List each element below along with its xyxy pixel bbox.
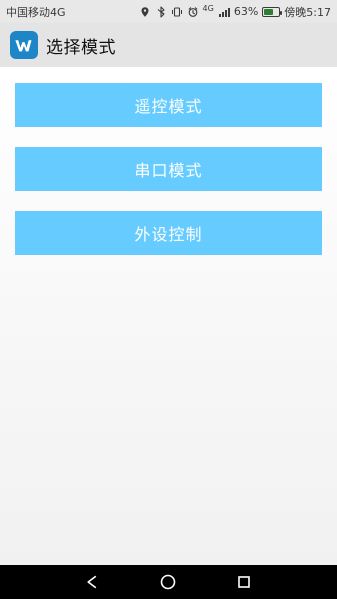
status-left: 中国移动4G (6, 4, 66, 20)
app-logo-icon (10, 31, 38, 59)
serial-mode-button[interactable]: 串口模式 (15, 147, 322, 191)
home-button[interactable] (146, 565, 190, 599)
remote-mode-button[interactable]: 遥控模式 (15, 83, 322, 127)
title-bar: 选择模式 (0, 23, 337, 67)
battery-percent: 63% (233, 5, 259, 18)
back-icon (87, 575, 97, 589)
vibrate-icon (171, 6, 183, 18)
signal-icon (218, 6, 230, 18)
recent-apps-icon (238, 576, 250, 588)
location-icon (139, 6, 151, 18)
back-button[interactable] (70, 565, 114, 599)
time-text: 傍晚5:17 (284, 5, 331, 19)
battery-fill (264, 8, 274, 15)
main-content: 遥控模式 串口模式 外设控制 (0, 67, 337, 565)
status-right: 4G 63% 傍晚5:17 (139, 4, 331, 20)
alarm-icon (187, 6, 199, 18)
carrier-text: 中国移动4G (6, 5, 66, 19)
navigation-bar (0, 565, 337, 599)
bluetooth-icon (155, 5, 167, 18)
peripheral-control-button[interactable]: 外设控制 (15, 211, 322, 255)
page-title: 选择模式 (46, 37, 116, 58)
status-bar: 中国移动4G 4G 63% 傍晚5:17 (0, 0, 337, 23)
battery-icon (262, 6, 283, 17)
signal-label: 4G (202, 3, 214, 13)
recent-apps-button[interactable] (222, 565, 266, 599)
home-icon (160, 574, 176, 590)
